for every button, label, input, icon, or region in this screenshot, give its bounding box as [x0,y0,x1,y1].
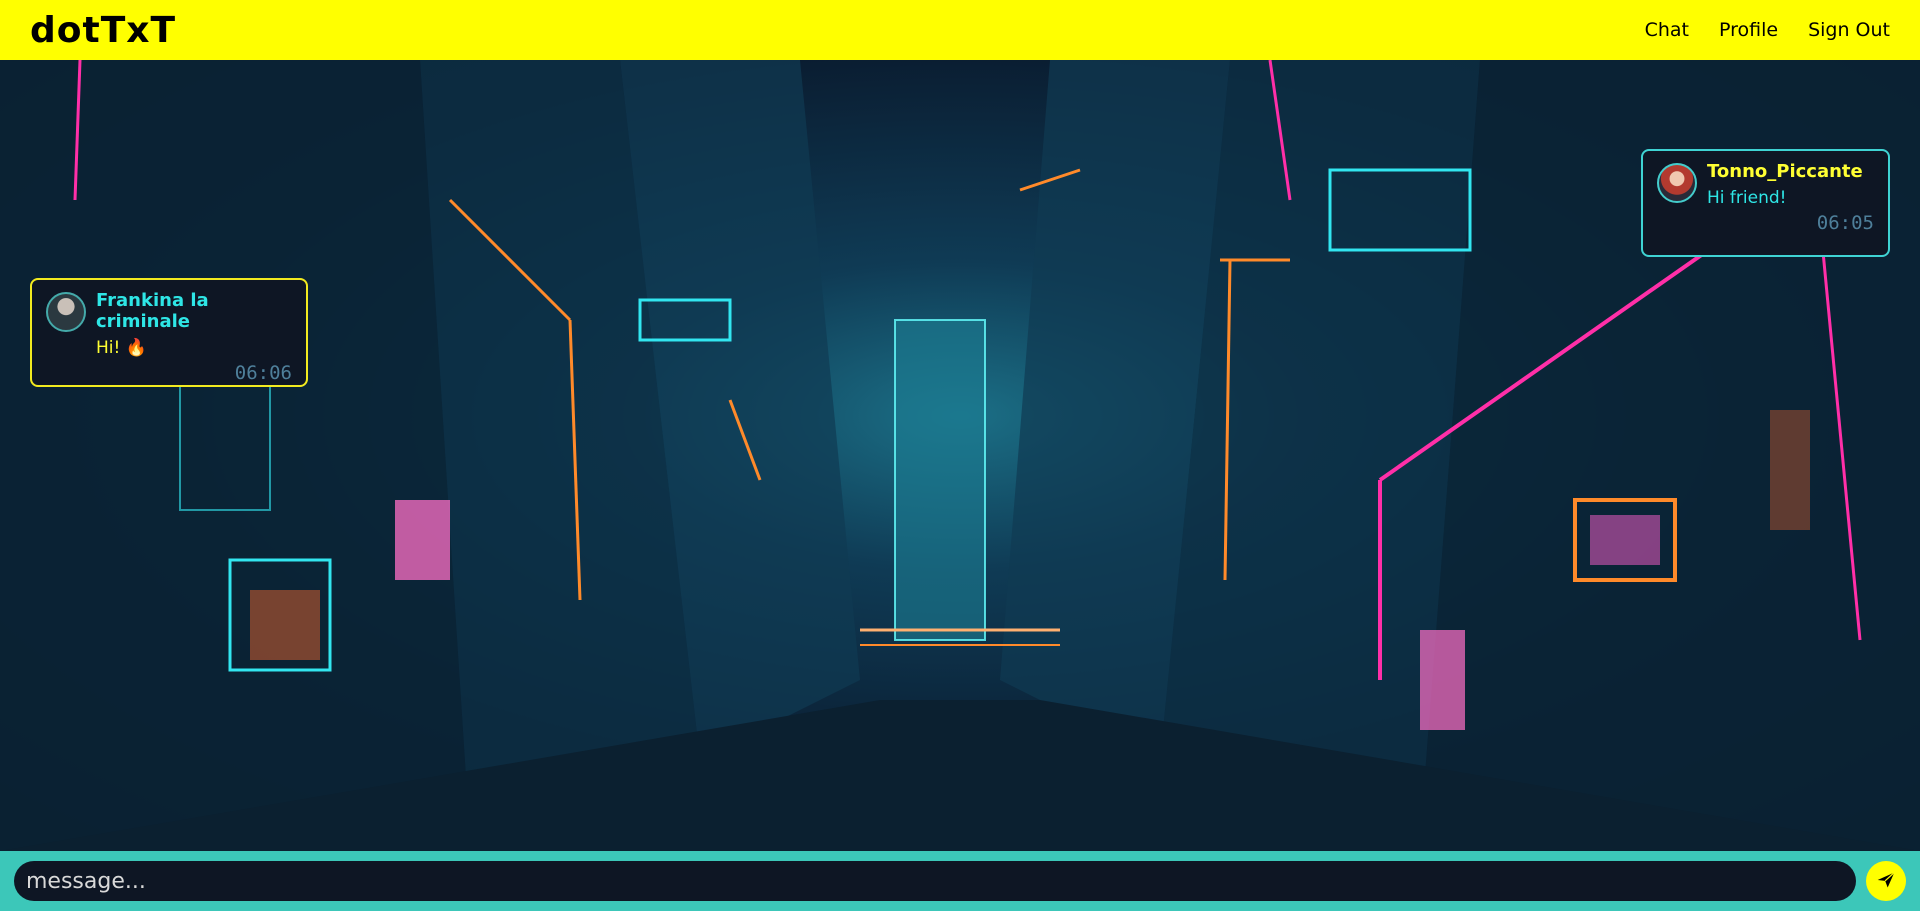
message-author: Tonno_Piccante [1707,161,1863,182]
send-button[interactable] [1866,861,1906,901]
chat-area[interactable]: Frankina la criminale Hi! 🔥 06:06 Tonno_… [0,60,1920,851]
message-input[interactable] [14,861,1856,901]
nav-chat-link[interactable]: Chat [1645,19,1689,41]
nav-sign-out-link[interactable]: Sign Out [1808,19,1890,41]
message-timestamp: 06:06 [234,362,292,384]
app-logo[interactable]: dotTxT [30,10,176,51]
nav-profile-link[interactable]: Profile [1719,19,1778,41]
user-avatar[interactable] [46,292,86,332]
user-avatar[interactable] [1657,163,1697,203]
message-author: Frankina la criminale [96,290,209,332]
send-arrow-icon [1876,870,1896,893]
message-bubble-outgoing: Tonno_Piccante Hi friend! 06:05 [1641,149,1890,257]
top-navbar: dotTxT Chat Profile Sign Out [0,0,1920,60]
message-bubble-incoming: Frankina la criminale Hi! 🔥 06:06 [30,278,308,387]
message-text: Hi! 🔥 [96,338,147,358]
background-image [0,60,1920,851]
message-timestamp: 06:05 [1816,212,1874,234]
message-composer [0,851,1920,911]
message-text: Hi friend! [1707,188,1787,208]
main-nav: Chat Profile Sign Out [1645,19,1890,41]
